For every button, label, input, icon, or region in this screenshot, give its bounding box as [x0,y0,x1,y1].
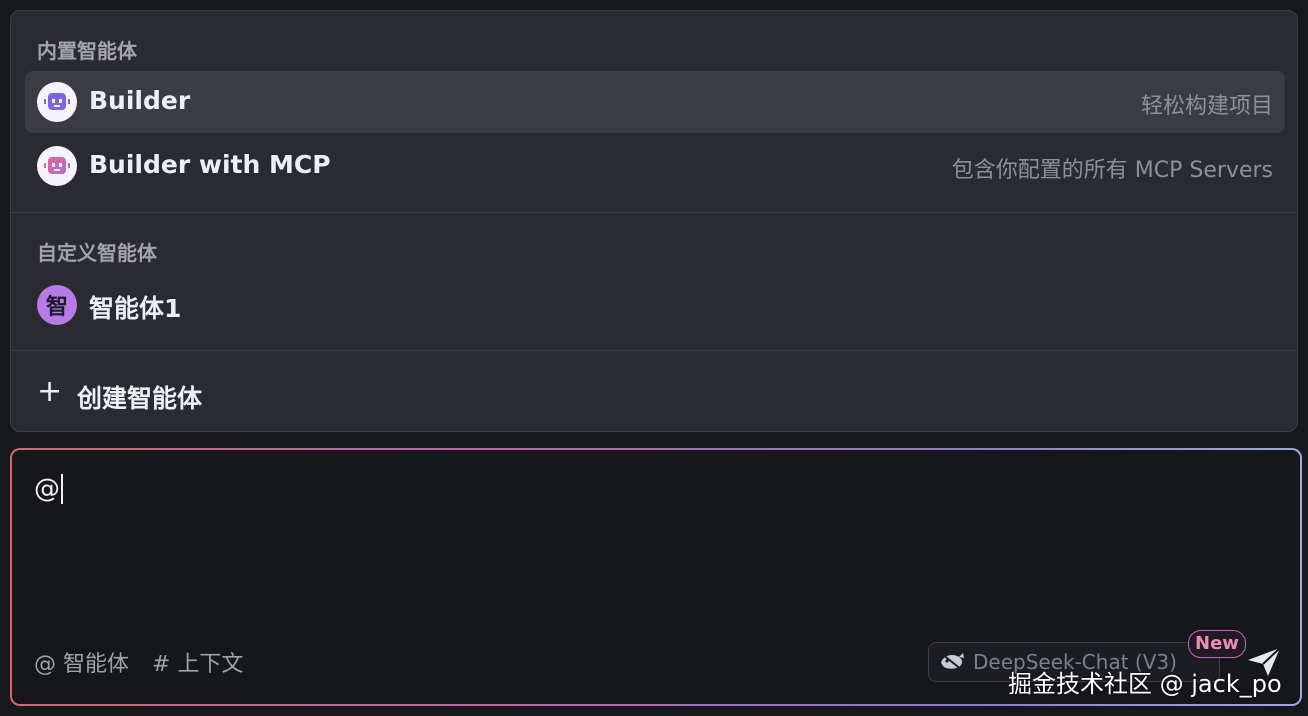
create-agent-label: 创建智能体 [77,384,203,413]
mention-agent-button[interactable]: @ 智能体 [34,646,129,678]
context-button[interactable]: # 上下文 [152,646,243,678]
chat-input-value: @ [34,474,60,504]
text-caret [61,474,63,504]
agent-item-custom-1[interactable]: 智 智能体1 [25,274,1285,336]
agent-item-label: Builder with MCP [89,150,331,179]
agent-item-builder[interactable]: Builder 轻松构建项目 [25,71,1285,133]
create-agent-button[interactable]: + 创建智能体 [25,367,1285,419]
new-badge: New [1188,630,1246,658]
agent-item-label: Builder [89,86,191,115]
section-divider [11,350,1297,351]
agent-item-description: 轻松构建项目 [1140,94,1273,119]
robot-mcp-icon [37,146,77,186]
section-divider [11,212,1297,213]
whale-icon [939,651,965,677]
watermark: 掘金技术社区 @ jack_po [1008,670,1282,698]
builtin-agents-title: 内置智能体 [37,39,137,63]
custom-agents-title: 自定义智能体 [37,241,157,265]
plus-icon: + [37,374,63,409]
chat-input-field[interactable]: @ [34,474,63,504]
agent-item-label: 智能体1 [89,294,182,323]
agent-item-description: 包含你配置的所有 MCP Servers [951,158,1273,183]
avatar-initial: 智 [45,295,68,320]
agent-dropdown: 内置智能体 Builder 轻松构建项目 Builder with MCP 包含… [10,10,1298,432]
agent-avatar: 智 [37,285,77,325]
robot-icon [37,82,77,122]
agent-item-builder-with-mcp[interactable]: Builder with MCP 包含你配置的所有 MCP Servers [25,135,1285,197]
